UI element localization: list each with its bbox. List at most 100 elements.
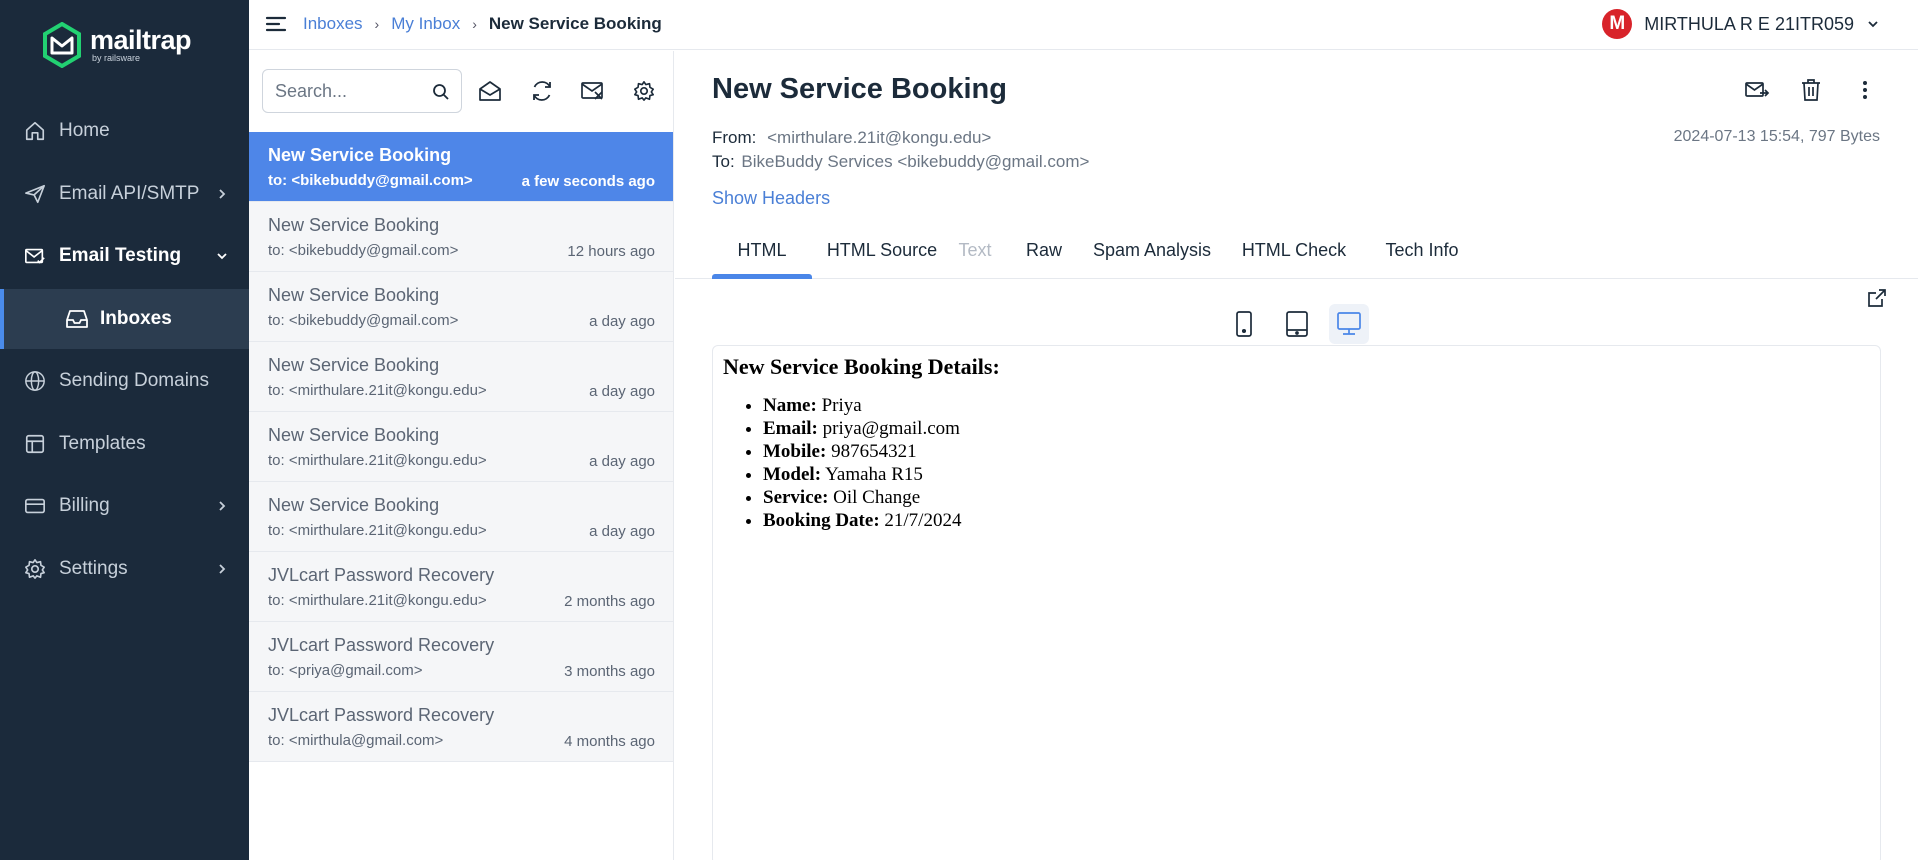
- more-options-button[interactable]: [1852, 77, 1878, 103]
- sidebar-item-email-api[interactable]: Email API/SMTP: [0, 163, 249, 225]
- list-item: Mobile: 987654321: [763, 440, 961, 463]
- list-item[interactable]: JVLcart Password Recovery to: <mirthular…: [249, 552, 673, 622]
- message-title: New Service Booking: [712, 73, 1007, 105]
- forward-button[interactable]: [1744, 77, 1770, 103]
- message-subject: New Service Booking: [268, 425, 440, 445]
- list-item[interactable]: JVLcart Password Recovery to: <priya@gma…: [249, 622, 673, 692]
- tab-label: Spam Analysis: [1092, 239, 1212, 260]
- inbox-settings-button[interactable]: [631, 78, 657, 104]
- message-detail: New Service Booking From: <mirthulare.21…: [675, 51, 1918, 860]
- active-tab-indicator: [712, 274, 812, 279]
- tab-html[interactable]: HTML: [712, 221, 812, 279]
- tab-label: HTML: [737, 239, 787, 260]
- list-item[interactable]: New Service Booking to: <bikebuddy@gmail…: [249, 202, 673, 272]
- sidebar-item-sending-domains[interactable]: Sending Domains: [0, 350, 249, 412]
- sidebar-item-templates[interactable]: Templates: [0, 413, 249, 475]
- sidebar-item-label: Home: [59, 120, 110, 141]
- message-time: 3 months ago: [564, 663, 655, 680]
- message-subject: New Service Booking: [268, 215, 440, 235]
- clean-inbox-button[interactable]: [580, 78, 606, 104]
- user-menu[interactable]: M MIRTHULA R E 21ITR059: [1602, 9, 1880, 39]
- logo-name: mailtrap: [90, 24, 192, 55]
- list-item[interactable]: New Service Booking to: <mirthulare.21it…: [249, 342, 673, 412]
- menu-toggle-icon[interactable]: [265, 14, 287, 34]
- chevron-right-icon: [219, 564, 226, 574]
- field-label: Name:: [763, 395, 817, 416]
- sidebar-item-label: Email API/SMTP: [59, 183, 200, 204]
- message-meta: 2024-07-13 15:54, 797 Bytes: [1673, 128, 1880, 145]
- email-heading: New Service Booking Details:: [723, 354, 1000, 379]
- field-label: Model:: [763, 464, 822, 485]
- chevron-down-icon: [217, 253, 227, 260]
- field-value: priya@gmail.com: [822, 418, 960, 439]
- mobile-view-button[interactable]: [1224, 304, 1264, 344]
- message-subject: New Service Booking: [268, 145, 452, 165]
- sidebar-item-label: Email Testing: [59, 245, 182, 266]
- external-link-icon[interactable]: [1866, 287, 1888, 309]
- desktop-view-button[interactable]: [1329, 304, 1369, 344]
- field-label: Mobile:: [763, 441, 827, 462]
- forward-mail-icon: [1745, 82, 1770, 97]
- message-time: 2 months ago: [564, 593, 655, 610]
- breadcrumb-separator: ›: [472, 16, 477, 32]
- field-label: Email:: [763, 418, 818, 439]
- more-vertical-icon: [1863, 81, 1867, 99]
- tablet-view-button[interactable]: [1277, 304, 1317, 344]
- tab-text: Text: [950, 221, 1000, 279]
- list-item[interactable]: New Service Booking to: <bikebuddy@gmail…: [249, 132, 673, 202]
- list-item[interactable]: New Service Booking to: <mirthulare.21it…: [249, 412, 673, 482]
- field-value: Yamaha R15: [825, 464, 923, 485]
- envelope-open-icon: [479, 81, 501, 101]
- mail-check-icon: [22, 243, 48, 269]
- email-preview: New Service Booking Details: Name: Priya…: [712, 345, 1881, 860]
- message-recipient: to: <bikebuddy@gmail.com>: [268, 312, 459, 329]
- tab-spam-analysis[interactable]: Spam Analysis: [1087, 221, 1217, 279]
- refresh-button[interactable]: [529, 78, 555, 104]
- to-value: BikeBuddy Services <bikebuddy@gmail.com>: [741, 152, 1090, 171]
- globe-icon: [22, 368, 48, 394]
- message-recipient: to: <mirthulare.21it@kongu.edu>: [268, 522, 487, 539]
- sidebar-item-settings[interactable]: Settings: [0, 538, 249, 600]
- send-icon: [22, 181, 48, 207]
- mark-read-button[interactable]: [477, 78, 503, 104]
- search-icon[interactable]: [431, 82, 451, 102]
- list-item: Service: Oil Change: [763, 486, 961, 509]
- clear-mail-icon: [581, 82, 603, 100]
- sidebar-item-home[interactable]: Home: [0, 100, 249, 162]
- search-input[interactable]: [275, 80, 425, 102]
- message-recipient: to: <priya@gmail.com>: [268, 662, 423, 679]
- sidebar-item-label: Inboxes: [100, 308, 172, 329]
- sidebar-item-label: Sending Domains: [59, 370, 209, 391]
- from-line: From: <mirthulare.21it@kongu.edu>: [712, 128, 991, 148]
- from-value: <mirthulare.21it@kongu.edu>: [767, 128, 992, 147]
- breadcrumb-inboxes[interactable]: Inboxes: [303, 14, 363, 34]
- delete-button[interactable]: [1798, 77, 1824, 103]
- chevron-right-icon: [219, 501, 226, 511]
- refresh-icon: [533, 81, 551, 101]
- show-headers-link[interactable]: Show Headers: [712, 188, 830, 209]
- tab-raw[interactable]: Raw: [1019, 221, 1069, 279]
- field-label: Service:: [763, 487, 829, 508]
- tab-html-check[interactable]: HTML Check: [1234, 221, 1354, 279]
- tab-tech-info[interactable]: Tech Info: [1372, 221, 1472, 279]
- list-item: Booking Date: 21/7/2024: [763, 509, 961, 532]
- sidebar-item-label: Templates: [59, 433, 146, 454]
- message-time: a day ago: [589, 523, 655, 540]
- sidebar-item-billing[interactable]: Billing: [0, 475, 249, 537]
- sidebar-item-inboxes[interactable]: Inboxes: [0, 289, 249, 349]
- tab-html-source[interactable]: HTML Source: [822, 221, 942, 279]
- breadcrumb-my-inbox[interactable]: My Inbox: [391, 14, 460, 34]
- message-subject: JVLcart Password Recovery: [268, 565, 495, 585]
- sidebar-item-email-testing[interactable]: Email Testing: [0, 225, 249, 287]
- trash-icon: [1802, 79, 1820, 101]
- message-subject: JVLcart Password Recovery: [268, 705, 495, 725]
- message-recipient: to: <mirthulare.21it@kongu.edu>: [268, 592, 487, 609]
- list-item[interactable]: JVLcart Password Recovery to: <mirthula@…: [249, 692, 673, 762]
- message-subject: New Service Booking: [268, 355, 440, 375]
- mailtrap-logo[interactable]: mailtrap by railsware: [42, 22, 192, 68]
- list-item[interactable]: New Service Booking to: <bikebuddy@gmail…: [249, 272, 673, 342]
- list-item: Model: Yamaha R15: [763, 463, 961, 486]
- field-value: Oil Change: [833, 487, 921, 508]
- list-item[interactable]: New Service Booking to: <mirthulare.21it…: [249, 482, 673, 552]
- inbox-icon: [64, 306, 90, 332]
